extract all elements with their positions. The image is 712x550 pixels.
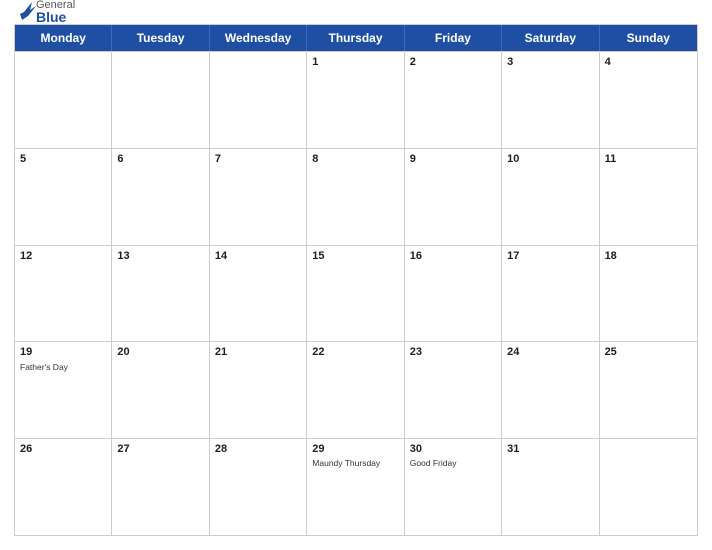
calendar-cell-10: 10: [502, 149, 599, 245]
calendar-cell-4: 4: [600, 52, 697, 148]
day-number: 14: [215, 249, 301, 263]
day-number: 30: [410, 442, 496, 456]
weekday-header-friday: Friday: [405, 25, 502, 51]
calendar-grid: MondayTuesdayWednesdayThursdayFridaySatu…: [14, 24, 698, 536]
day-number: 16: [410, 249, 496, 263]
calendar-weekday-headers: MondayTuesdayWednesdayThursdayFridaySatu…: [15, 25, 697, 51]
day-number: 3: [507, 55, 593, 69]
day-number: 26: [20, 442, 106, 456]
calendar-cell-empty-0-2: [210, 52, 307, 148]
day-number: 8: [312, 152, 398, 166]
calendar-cell-6: 6: [112, 149, 209, 245]
calendar-cell-26: 26: [15, 439, 112, 535]
svg-text:Blue: Blue: [36, 9, 67, 25]
day-number: 20: [117, 345, 203, 359]
calendar-cell-8: 8: [307, 149, 404, 245]
calendar-cell-empty-4-6: [600, 439, 697, 535]
calendar-week-4: 19 Father's Day 20 21 22 23 24 25: [15, 341, 697, 438]
day-number: 25: [605, 345, 692, 359]
calendar-body: 12345678910111213141516171819Father's Da…: [15, 51, 697, 535]
weekday-header-tuesday: Tuesday: [112, 25, 209, 51]
day-number: 7: [215, 152, 301, 166]
day-number: 17: [507, 249, 593, 263]
calendar-cell-11: 11: [600, 149, 697, 245]
calendar-cell-19: 19 Father's Day: [15, 342, 112, 438]
day-number: 12: [20, 249, 106, 263]
day-number: 2: [410, 55, 496, 69]
calendar-cell-3: 3: [502, 52, 599, 148]
calendar-week-2: 56789 10 11: [15, 148, 697, 245]
day-number: 21: [215, 345, 301, 359]
generalblue-logo: GeneralBlue: [14, 0, 84, 34]
weekday-header-saturday: Saturday: [502, 25, 599, 51]
calendar-cell-21: 21: [210, 342, 307, 438]
calendar-cell-22: 22: [307, 342, 404, 438]
day-number: 29: [312, 442, 398, 456]
calendar-cell-25: 25: [600, 342, 697, 438]
calendar-cell-15: 15: [307, 246, 404, 342]
day-number: 27: [117, 442, 203, 456]
calendar-cell-16: 16: [405, 246, 502, 342]
calendar-header: GeneralBlue: [14, 10, 698, 18]
calendar-cell-2: 2: [405, 52, 502, 148]
calendar-cell-27: 27: [112, 439, 209, 535]
day-number: 28: [215, 442, 301, 456]
calendar-cell-empty-0-0: [15, 52, 112, 148]
calendar-cell-9: 9: [405, 149, 502, 245]
weekday-header-wednesday: Wednesday: [210, 25, 307, 51]
calendar-cell-12: 12: [15, 246, 112, 342]
calendar-cell-1: 1: [307, 52, 404, 148]
event-label: Father's Day: [20, 362, 106, 372]
event-label: Good Friday: [410, 458, 496, 468]
calendar-cell-17: 17: [502, 246, 599, 342]
calendar-cell-29: 29 Maundy Thursday: [307, 439, 404, 535]
calendar-cell-5: 5: [15, 149, 112, 245]
calendar-week-3: 12 13 14 15 16 17 18: [15, 245, 697, 342]
calendar-cell-20: 20: [112, 342, 209, 438]
calendar-cell-31: 31: [502, 439, 599, 535]
day-number: 9: [410, 152, 496, 166]
day-number: 24: [507, 345, 593, 359]
day-number: 31: [507, 442, 593, 456]
calendar-cell-18: 18: [600, 246, 697, 342]
calendar-cell-30: 30 Good Friday: [405, 439, 502, 535]
day-number: 23: [410, 345, 496, 359]
calendar-cell-7: 7: [210, 149, 307, 245]
event-label: Maundy Thursday: [312, 458, 398, 468]
calendar-cell-23: 23: [405, 342, 502, 438]
weekday-header-thursday: Thursday: [307, 25, 404, 51]
day-number: 19: [20, 345, 106, 359]
day-number: 15: [312, 249, 398, 263]
calendar-cell-14: 14: [210, 246, 307, 342]
calendar-week-5: 26 27 28 29 Maundy Thursday 30 Good Friday 31: [15, 438, 697, 535]
calendar-page: GeneralBlue MondayTuesdayWednesdayThursd…: [0, 0, 712, 550]
calendar-cell-empty-0-1: [112, 52, 209, 148]
calendar-cell-24: 24: [502, 342, 599, 438]
day-number: 13: [117, 249, 203, 263]
weekday-header-sunday: Sunday: [600, 25, 697, 51]
calendar-cell-13: 13: [112, 246, 209, 342]
day-number: 5: [20, 152, 106, 166]
day-number: 18: [605, 249, 692, 263]
day-number: 1: [312, 55, 398, 69]
day-number: 11: [605, 152, 692, 166]
logo: GeneralBlue: [14, 0, 84, 34]
day-number: 4: [605, 55, 692, 69]
calendar-cell-28: 28: [210, 439, 307, 535]
calendar-week-1: 1234: [15, 51, 697, 148]
day-number: 6: [117, 152, 203, 166]
day-number: 22: [312, 345, 398, 359]
day-number: 10: [507, 152, 593, 166]
